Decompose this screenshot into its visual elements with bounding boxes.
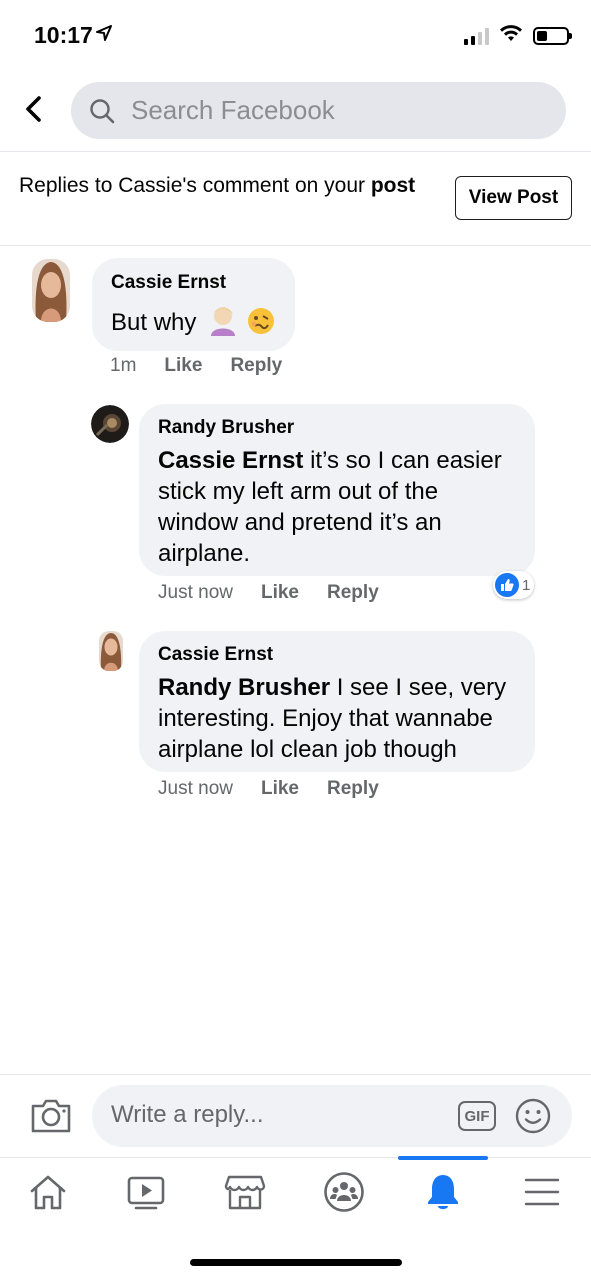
view-post-button[interactable]: View Post bbox=[455, 176, 572, 220]
comment-time[interactable]: 1m bbox=[110, 355, 136, 377]
status-bar: 10:17 bbox=[0, 0, 591, 70]
watch-icon bbox=[127, 1176, 165, 1210]
avatar-randy[interactable] bbox=[91, 405, 129, 443]
divider bbox=[0, 245, 591, 246]
notifications-icon bbox=[428, 1175, 458, 1209]
divider bbox=[0, 1157, 591, 1158]
search-icon bbox=[89, 98, 115, 124]
avatar-cassie[interactable] bbox=[32, 259, 70, 322]
camera-icon bbox=[31, 1099, 71, 1133]
mention-link[interactable]: Cassie Ernst bbox=[158, 447, 303, 474]
comment-time[interactable]: Just now bbox=[158, 582, 233, 604]
search-header bbox=[0, 70, 591, 150]
back-button[interactable] bbox=[16, 92, 50, 126]
woozy-face-emoji-icon bbox=[246, 306, 276, 344]
search-bar[interactable] bbox=[71, 82, 566, 139]
marketplace-icon bbox=[224, 1175, 266, 1210]
context-text-bold: post bbox=[370, 174, 416, 197]
gif-button[interactable]: GIF bbox=[458, 1101, 496, 1131]
cellular-signal-icon bbox=[464, 27, 489, 45]
comment-text: Cassie Ernst it’s so I can easier stick … bbox=[158, 445, 516, 569]
home-indicator[interactable] bbox=[190, 1259, 402, 1266]
comment-text-body: But why bbox=[111, 309, 197, 336]
reply-button[interactable]: Reply bbox=[327, 778, 379, 800]
context-bar: Replies to Cassie's comment on your post… bbox=[0, 152, 591, 245]
comment-bubble[interactable]: Randy Brusher Cassie Ernst it’s so I can… bbox=[139, 404, 535, 576]
comment-text: Randy Brusher I see I see, very interest… bbox=[158, 672, 516, 765]
location-arrow-icon bbox=[96, 25, 112, 46]
tab-marketplace[interactable] bbox=[215, 1166, 275, 1218]
like-reaction-icon bbox=[495, 573, 519, 597]
divider bbox=[0, 1074, 591, 1075]
comment-bubble[interactable]: Cassie Ernst But why bbox=[92, 258, 295, 351]
mention-link[interactable]: Randy Brusher bbox=[158, 674, 330, 701]
reply-button[interactable]: Reply bbox=[230, 355, 282, 377]
comment-meta: Just now Like Reply bbox=[158, 778, 379, 800]
emoji-button[interactable] bbox=[515, 1098, 551, 1134]
reaction-count: 1 bbox=[522, 576, 531, 594]
comment-bubble[interactable]: Cassie Ernst Randy Brusher I see I see, … bbox=[139, 631, 535, 772]
comment-text: But why bbox=[111, 304, 276, 344]
active-tab-indicator bbox=[398, 1156, 488, 1160]
reply-input[interactable] bbox=[111, 1101, 441, 1129]
search-input[interactable] bbox=[131, 95, 511, 126]
like-button[interactable]: Like bbox=[261, 778, 299, 800]
comment-meta: Just now Like Reply bbox=[158, 582, 379, 604]
tab-notifications[interactable] bbox=[413, 1166, 473, 1218]
wifi-icon bbox=[499, 24, 523, 47]
tab-menu[interactable] bbox=[512, 1166, 572, 1218]
tab-home[interactable] bbox=[18, 1166, 78, 1218]
camera-button[interactable] bbox=[30, 1096, 72, 1134]
comment-author[interactable]: Cassie Ernst bbox=[111, 272, 276, 294]
chevron-left-icon bbox=[26, 96, 41, 122]
comment-meta: 1m Like Reply bbox=[110, 355, 282, 377]
like-button[interactable]: Like bbox=[164, 355, 202, 377]
context-text: Replies to Cassie's comment on your bbox=[19, 174, 371, 197]
battery-icon bbox=[533, 26, 572, 45]
comment-author[interactable]: Randy Brusher bbox=[158, 417, 516, 439]
like-button[interactable]: Like bbox=[261, 582, 299, 604]
groups-icon bbox=[324, 1172, 364, 1212]
comment-time[interactable]: Just now bbox=[158, 778, 233, 800]
facepalm-emoji-icon bbox=[207, 304, 239, 344]
reply-button[interactable]: Reply bbox=[327, 582, 379, 604]
context-description: Replies to Cassie's comment on your post bbox=[19, 172, 419, 200]
tab-groups[interactable] bbox=[314, 1166, 374, 1218]
menu-icon bbox=[524, 1178, 560, 1206]
status-time: 10:17 bbox=[34, 22, 93, 48]
reaction-summary[interactable]: 1 bbox=[493, 571, 535, 599]
avatar-cassie[interactable] bbox=[99, 631, 123, 671]
smiley-icon bbox=[515, 1098, 551, 1134]
home-icon bbox=[30, 1175, 66, 1210]
reply-composer[interactable]: GIF bbox=[92, 1085, 572, 1147]
comment-author[interactable]: Cassie Ernst bbox=[158, 644, 516, 666]
tab-watch[interactable] bbox=[116, 1166, 176, 1218]
